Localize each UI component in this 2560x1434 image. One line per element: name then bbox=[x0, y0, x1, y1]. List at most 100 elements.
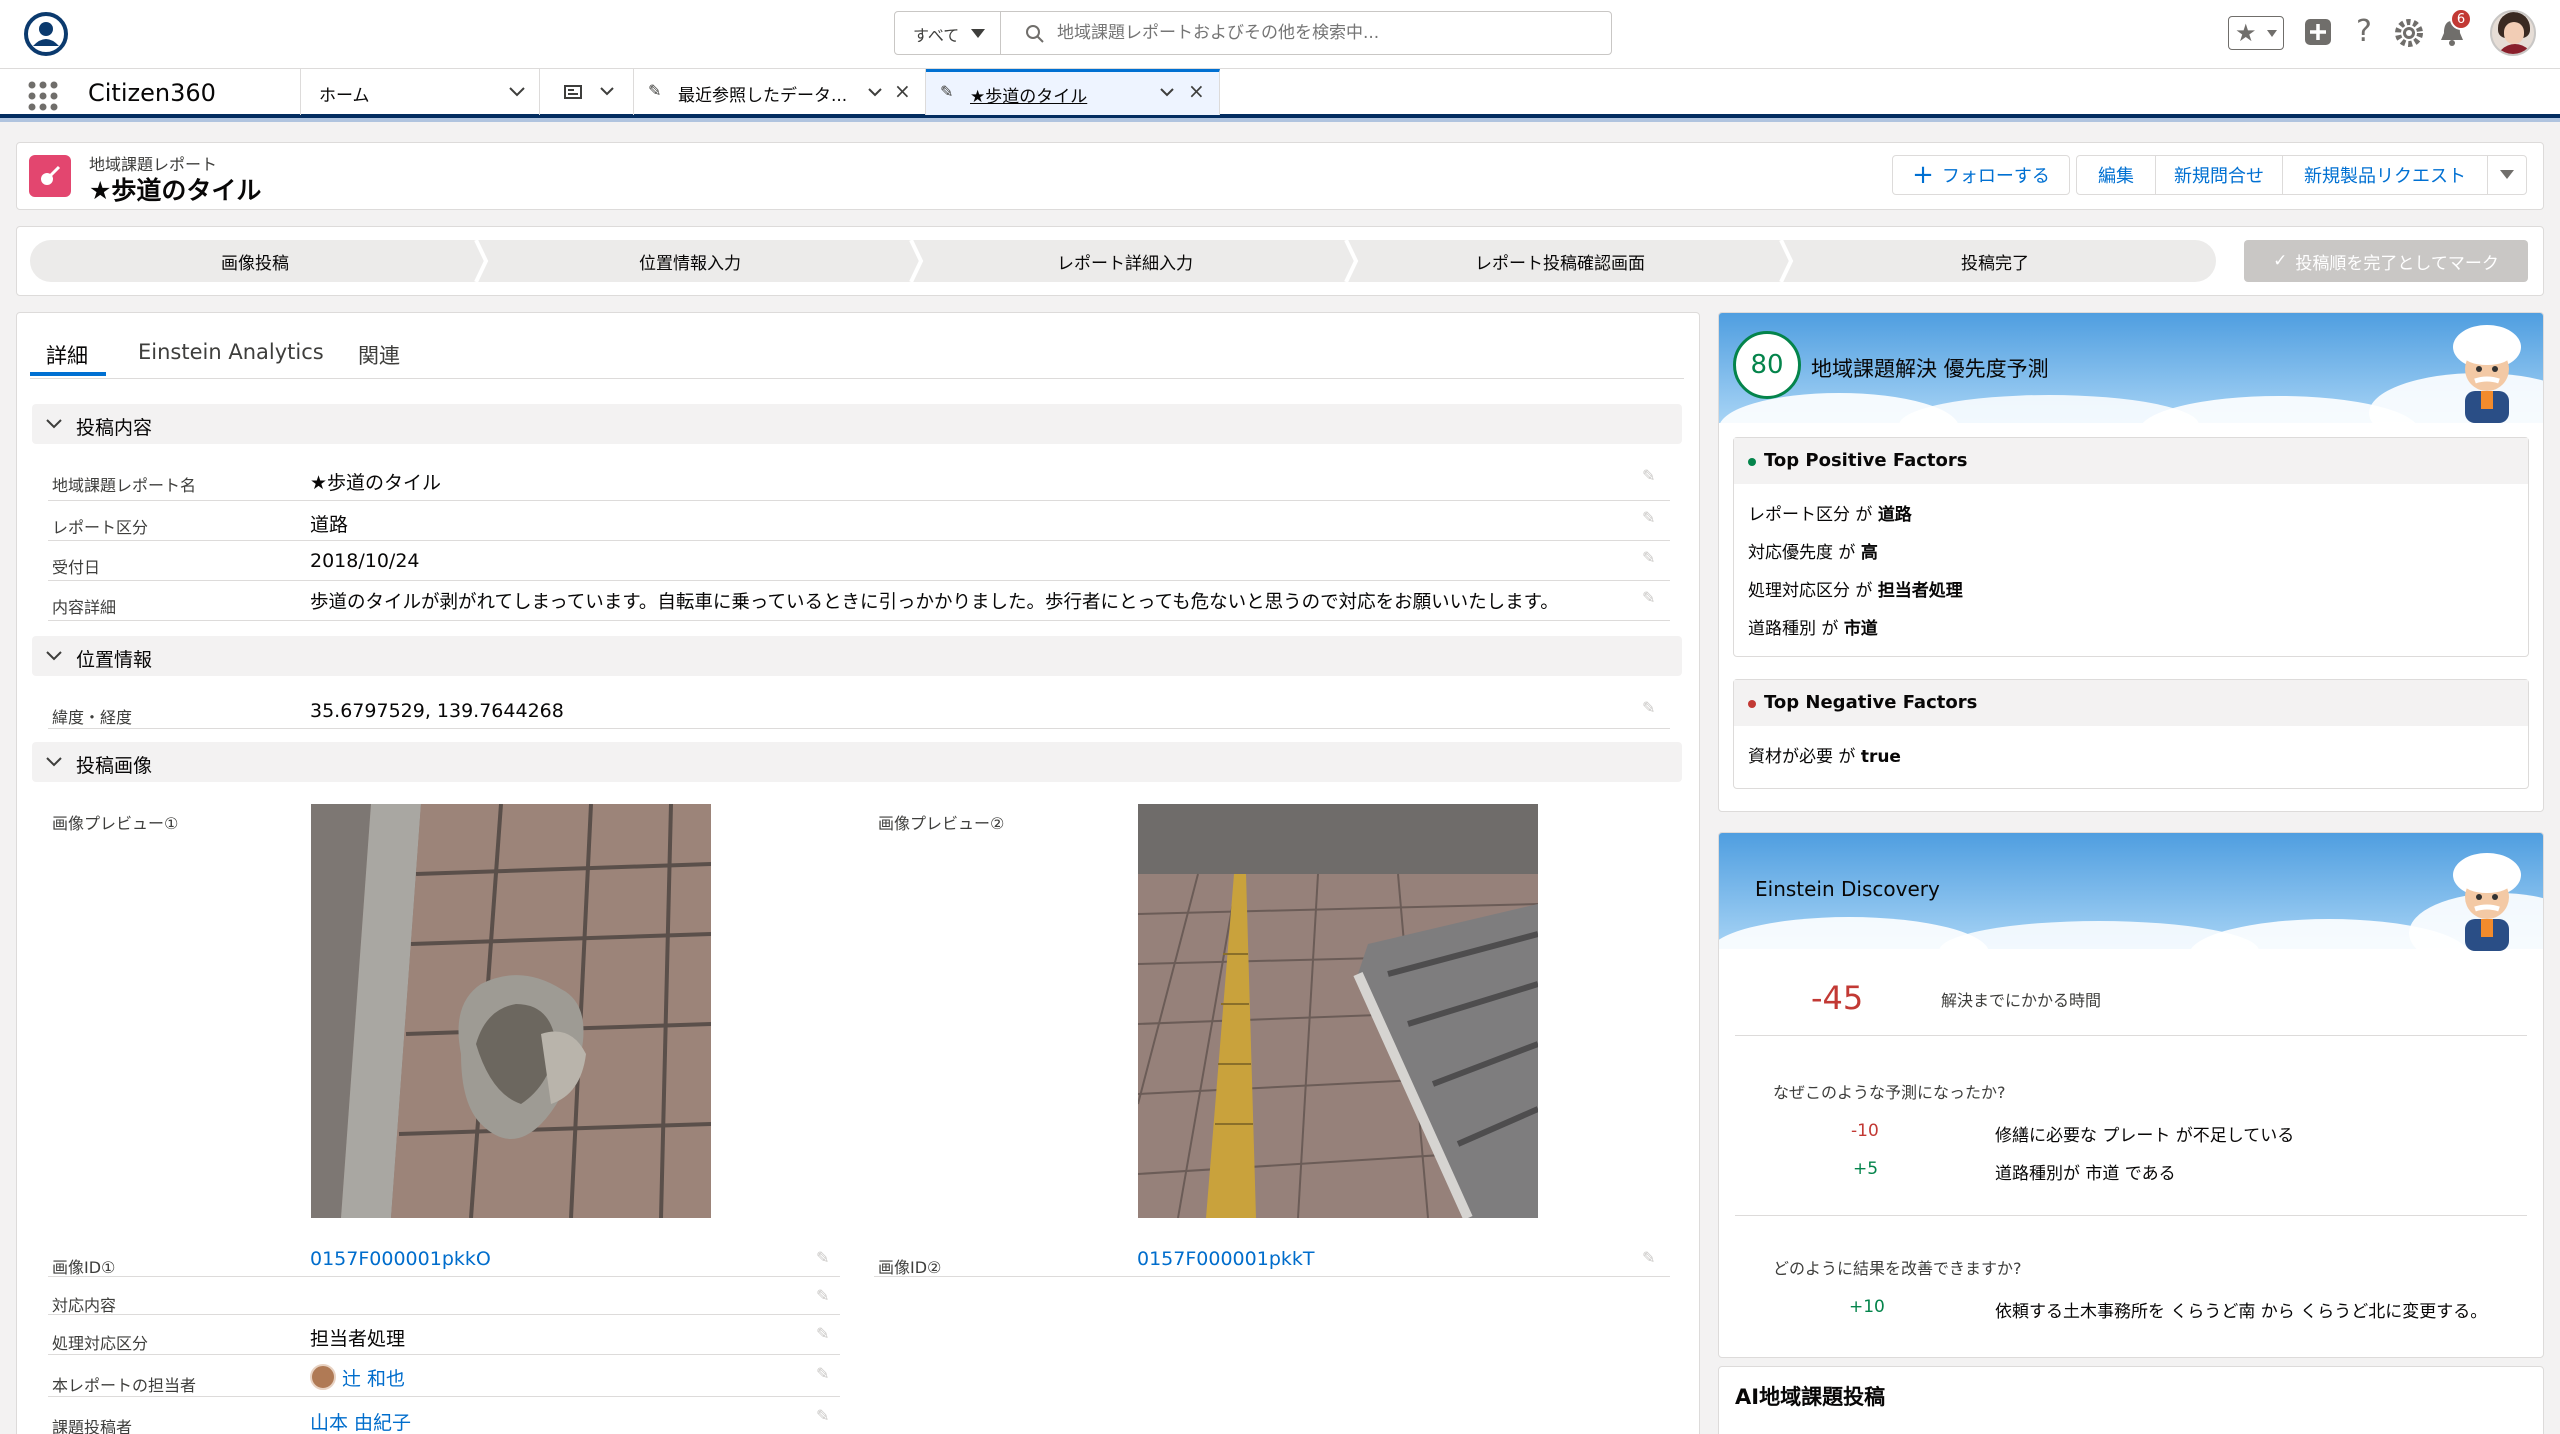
mark-complete-button[interactable]: ✓ 投稿順を完了としてマーク bbox=[2244, 240, 2528, 282]
row-divider bbox=[874, 1276, 1670, 1277]
factor-value: 道路 bbox=[1877, 505, 1912, 525]
close-icon[interactable]: × bbox=[894, 79, 911, 103]
path-step-location[interactable]: 位置情報入力 bbox=[470, 240, 910, 282]
org-logo-icon[interactable] bbox=[24, 12, 68, 56]
app-launcher-icon[interactable] bbox=[28, 81, 58, 111]
more-actions-button[interactable] bbox=[2487, 155, 2527, 195]
section-post-content[interactable]: 投稿内容 bbox=[32, 404, 1682, 444]
why-impact-value: +5 bbox=[1853, 1159, 1879, 1179]
edit-pencil-icon[interactable]: ✎ bbox=[816, 1406, 829, 1425]
latlng-value: 35.6797529, 139.7644268 bbox=[310, 700, 564, 722]
handling-type-label: 処理対応区分 bbox=[52, 1334, 149, 1353]
mark-complete-label: 投稿順を完了としてマーク bbox=[2295, 253, 2499, 274]
global-actions-icon[interactable] bbox=[2304, 18, 2332, 46]
tab-active-record[interactable]: ✎ ★歩道のタイル × bbox=[926, 69, 1220, 115]
follow-label: フォローする bbox=[1941, 166, 2050, 187]
record-title: ★歩道のタイル bbox=[89, 176, 262, 205]
edit-button[interactable]: 編集 bbox=[2076, 155, 2156, 195]
tab-recent-data[interactable]: ✎ 最近参照したデータ... × bbox=[634, 69, 926, 115]
row-divider bbox=[1735, 1035, 2527, 1036]
record-type-icon bbox=[29, 155, 71, 197]
section-location-title: 位置情報 bbox=[76, 649, 153, 671]
edit-pencil-icon[interactable]: ✎ bbox=[1642, 1248, 1655, 1267]
category-value: 道路 bbox=[310, 514, 349, 536]
positive-factor-item: 道路種別 が 市道 bbox=[1748, 614, 1878, 639]
edit-pencil-icon[interactable]: ✎ bbox=[1642, 548, 1655, 567]
tabs-divider bbox=[30, 378, 1684, 379]
edit-pencil-icon[interactable]: ✎ bbox=[1642, 588, 1655, 607]
report-name-label: 地域課題レポート名 bbox=[52, 476, 197, 495]
follow-button[interactable]: + フォローする bbox=[1892, 155, 2070, 195]
content-detail-value: 歩道のタイルが剥がれてしまっています。自転車に乗っているときに引っかかりました。… bbox=[310, 592, 1559, 613]
edit-pencil-icon[interactable]: ✎ bbox=[1642, 698, 1655, 717]
edit-pencil-icon[interactable]: ✎ bbox=[1642, 508, 1655, 527]
chevron-down-icon[interactable] bbox=[1160, 88, 1174, 98]
row-divider bbox=[48, 580, 1670, 581]
image-id1-link[interactable]: 0157F000001pkkO bbox=[310, 1248, 491, 1270]
favorites-button[interactable]: ★ bbox=[2228, 16, 2284, 50]
path-step-detail[interactable]: レポート詳細入力 bbox=[905, 240, 1345, 282]
received-date-value: 2018/10/24 bbox=[310, 550, 420, 572]
tab-details[interactable]: 詳細 bbox=[30, 330, 130, 376]
setup-gear-icon[interactable] bbox=[2394, 18, 2424, 48]
positive-factors-panel: Top Positive Factors レポート区分 が 道路 対応優先度 が… bbox=[1733, 437, 2529, 657]
search-scope-select[interactable]: すべて bbox=[895, 12, 1001, 54]
preview2-label: 画像プレビュー② bbox=[878, 814, 1005, 833]
chevron-down-icon bbox=[2267, 30, 2277, 37]
chevron-down-icon[interactable] bbox=[868, 88, 882, 98]
search-scope-label: すべて bbox=[913, 26, 960, 45]
tab-related[interactable]: 関連 bbox=[358, 340, 400, 370]
content-detail-label: 内容詳細 bbox=[52, 598, 117, 617]
owner-link[interactable]: 辻 和也 bbox=[342, 1364, 405, 1391]
guitar-icon: ✎ bbox=[648, 81, 662, 100]
factor-key: 処理対応区分 bbox=[1748, 581, 1850, 601]
image-id2-label: 画像ID② bbox=[878, 1258, 942, 1277]
edit-pencil-icon[interactable]: ✎ bbox=[816, 1286, 829, 1305]
chevron-down-icon[interactable] bbox=[509, 87, 525, 97]
section-location[interactable]: 位置情報 bbox=[32, 636, 1682, 676]
owner-avatar bbox=[310, 1364, 336, 1390]
preview-image-broken-tile[interactable] bbox=[311, 804, 711, 1218]
home-tab-label: ホーム bbox=[319, 86, 370, 106]
tab-details-label: 詳細 bbox=[46, 344, 88, 368]
new-product-request-button[interactable]: 新規製品リクエスト bbox=[2282, 155, 2488, 195]
edit-pencil-icon[interactable]: ✎ bbox=[1642, 466, 1655, 485]
recent-tab-label: 最近参照したデータ... bbox=[678, 86, 848, 106]
row-divider bbox=[48, 540, 1670, 541]
search-input[interactable] bbox=[1057, 18, 1597, 48]
preview-image-tactile-paving[interactable] bbox=[1138, 804, 1538, 1218]
factor-key: 資材が必要 bbox=[1748, 747, 1833, 767]
edit-pencil-icon[interactable]: ✎ bbox=[816, 1364, 829, 1383]
path-step-complete[interactable]: 投稿完了 bbox=[1775, 240, 2215, 282]
chevron-down-icon bbox=[600, 87, 614, 96]
nav-object-menu[interactable] bbox=[540, 69, 634, 115]
section-images[interactable]: 投稿画像 bbox=[32, 742, 1682, 782]
check-icon: ✓ bbox=[2273, 251, 2288, 271]
edit-pencil-icon[interactable]: ✎ bbox=[816, 1324, 829, 1343]
negative-dot-icon bbox=[1748, 700, 1756, 708]
path-step-confirm[interactable]: レポート投稿確認画面 bbox=[1340, 240, 1780, 282]
new-inquiry-button[interactable]: 新規問合せ bbox=[2155, 155, 2283, 195]
row-divider bbox=[48, 500, 1670, 501]
path-step-image[interactable]: 画像投稿 bbox=[30, 240, 480, 282]
app-name: Citizen360 bbox=[88, 79, 216, 107]
einstein-discovery-card: Einstein Discovery -45 解決までにかかる時間 なぜこのよう… bbox=[1718, 832, 2544, 1358]
edit-pencil-icon[interactable]: ✎ bbox=[816, 1248, 829, 1267]
factor-value: true bbox=[1860, 747, 1901, 767]
chevron-down-icon bbox=[46, 757, 62, 767]
image-id2-link[interactable]: 0157F000001pkkT bbox=[1137, 1248, 1315, 1270]
tab-einstein-analytics[interactable]: Einstein Analytics bbox=[138, 340, 324, 364]
chevron-down-icon bbox=[2500, 170, 2514, 179]
latlng-label: 緯度・経度 bbox=[52, 708, 133, 727]
poster-link[interactable]: 山本 由紀子 bbox=[310, 1408, 411, 1434]
help-icon[interactable]: ? bbox=[2356, 14, 2372, 49]
user-avatar[interactable] bbox=[2490, 10, 2536, 56]
nav-menu-home[interactable]: ホーム bbox=[300, 69, 540, 115]
factor-value: 高 bbox=[1860, 543, 1878, 563]
section-images-title: 投稿画像 bbox=[76, 755, 153, 777]
factor-op: が bbox=[1821, 619, 1839, 639]
negative-factor-item: 資材が必要 が true bbox=[1748, 742, 1901, 767]
close-icon[interactable]: × bbox=[1188, 79, 1205, 103]
negative-factors-panel: Top Negative Factors 資材が必要 が true bbox=[1733, 679, 2529, 789]
positive-dot-icon bbox=[1748, 458, 1756, 466]
